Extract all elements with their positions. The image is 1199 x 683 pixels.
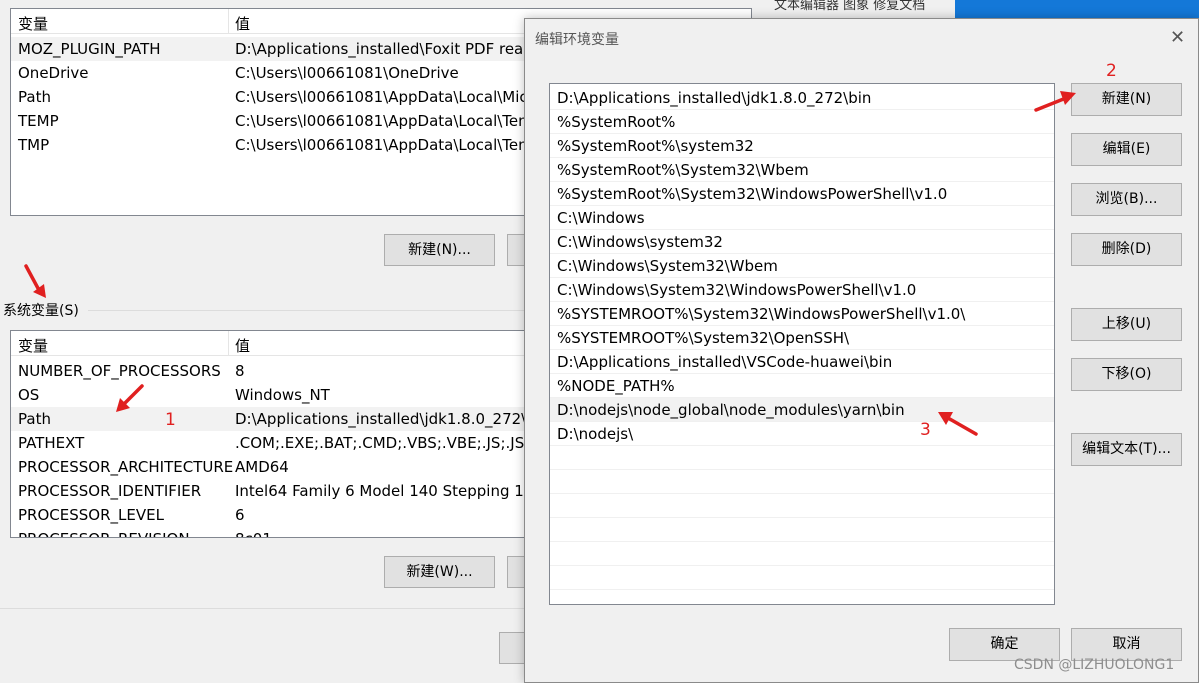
empty-row: [550, 518, 1054, 542]
edit-environment-variable-dialog: 编辑环境变量 ✕ D:\Applications_installed\jdk1.…: [524, 18, 1199, 683]
list-item[interactable]: C:\Windows: [550, 206, 1054, 230]
list-item[interactable]: %SystemRoot%: [550, 110, 1054, 134]
user-new-button[interactable]: 新建(N)...: [384, 234, 495, 266]
path-list[interactable]: D:\Applications_installed\jdk1.8.0_272\b…: [549, 83, 1055, 605]
edit-text-button[interactable]: 编辑文本(T)...: [1071, 433, 1182, 466]
list-item[interactable]: %SystemRoot%\System32\Wbem: [550, 158, 1054, 182]
list-item[interactable]: %SystemRoot%\System32\WindowsPowerShell\…: [550, 182, 1054, 206]
move-down-button[interactable]: 下移(O): [1071, 358, 1182, 391]
annotation-number-3: 3: [920, 420, 931, 440]
red-arrow-icon: [1034, 91, 1076, 112]
empty-row: [550, 542, 1054, 566]
list-item[interactable]: %SYSTEMROOT%\System32\WindowsPowerShell\…: [550, 302, 1054, 326]
background-app-strip: 文本编辑器 图象 修复文档: [770, 0, 955, 18]
close-icon[interactable]: ✕: [1170, 27, 1185, 48]
system-new-button[interactable]: 新建(W)...: [384, 556, 495, 588]
dialog-title: 编辑环境变量: [535, 32, 619, 48]
column-header-value[interactable]: 值: [235, 335, 250, 356]
empty-row: [550, 446, 1054, 470]
list-item[interactable]: %SystemRoot%\system32: [550, 134, 1054, 158]
new-button[interactable]: 新建(N): [1071, 83, 1182, 116]
edit-button[interactable]: 编辑(E): [1071, 133, 1182, 166]
empty-row: [550, 566, 1054, 590]
column-header-value[interactable]: 值: [235, 13, 250, 34]
list-item[interactable]: D:\Applications_installed\jdk1.8.0_272\b…: [550, 86, 1054, 110]
column-header-variable[interactable]: 变量: [18, 335, 48, 356]
annotation-number-2: 2: [1106, 61, 1117, 81]
move-up-button[interactable]: 上移(U): [1071, 308, 1182, 341]
list-item[interactable]: D:\Applications_installed\VSCode-huawei\…: [550, 350, 1054, 374]
system-variables-label: 系统变量(S): [3, 303, 79, 319]
red-arrow-icon: [116, 384, 144, 412]
list-item[interactable]: %SYSTEMROOT%\System32\OpenSSH\: [550, 326, 1054, 350]
list-item[interactable]: %NODE_PATH%: [550, 374, 1054, 398]
list-item[interactable]: C:\Windows\System32\Wbem: [550, 254, 1054, 278]
annotation-number-1: 1: [165, 410, 176, 430]
delete-button[interactable]: 删除(D): [1071, 233, 1182, 266]
empty-row: [550, 494, 1054, 518]
red-arrow-icon: [24, 264, 46, 298]
red-arrow-icon: [938, 412, 978, 436]
browse-button[interactable]: 浏览(B)...: [1071, 183, 1182, 216]
watermark: CSDN @LIZHUOLONG1: [1014, 657, 1175, 673]
list-item[interactable]: C:\Windows\system32: [550, 230, 1054, 254]
column-header-variable[interactable]: 变量: [18, 13, 48, 34]
desktop-background: [955, 0, 1199, 18]
list-item[interactable]: C:\Windows\System32\WindowsPowerShell\v1…: [550, 278, 1054, 302]
empty-row: [550, 470, 1054, 494]
